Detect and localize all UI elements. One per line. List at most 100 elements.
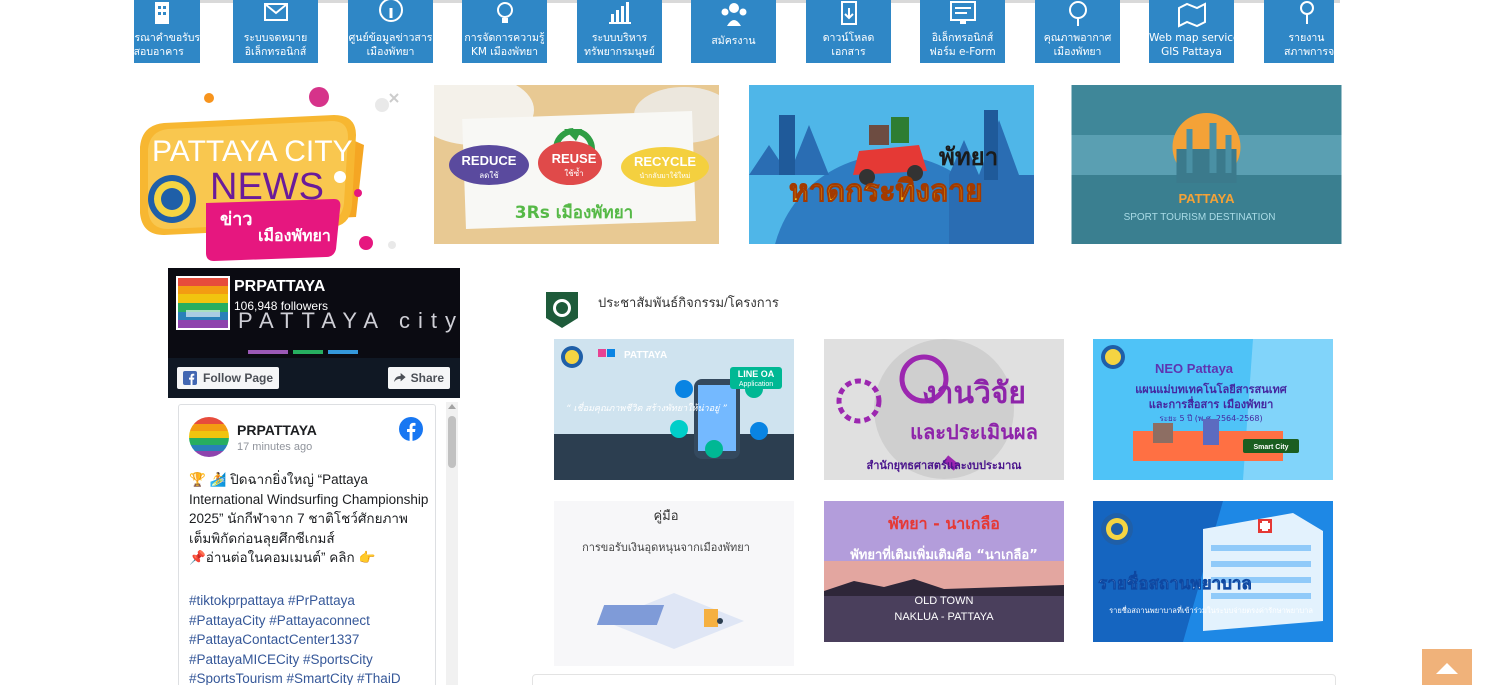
service-hr[interactable]: ระบบบริหาร ทรัพยากรมนุษย์ — [577, 0, 662, 63]
service-label-2: เอกสาร — [831, 46, 866, 58]
facebook-logo-icon[interactable] — [399, 417, 423, 441]
service-label-2: เมืองพัทยา — [366, 46, 415, 58]
post-text-readmore: 📌อ่านต่อในคอมเมนต์” คลิก 👉 — [189, 550, 376, 565]
facebook-post: PRPATTAYA 17 minutes ago 🏆 🏄 ปิดฉากยิ่งใ… — [178, 404, 436, 685]
service-label-1: ระบบบริหาร — [591, 32, 648, 44]
tile-hospital-caption: รายชื่อสถานพยาบาลที่เข้าร่วมในระบบจ่ายตร… — [1109, 605, 1313, 615]
banner-krating-title2: หาดกระทิงลาย — [789, 174, 983, 209]
share-arrow-icon — [394, 373, 406, 383]
tile-line-oa[interactable]: PATTAYA LINE OA Application “ เชื่อมคุณภ… — [554, 339, 794, 480]
section-title: ประชาสัมพันธ์กิจกรรม/โครงการ — [598, 294, 779, 310]
tile-research[interactable]: งานวิจัย และประเมินผล สำนักยุทธศาสตร์และ… — [824, 339, 1064, 480]
facebook-avatar[interactable] — [176, 276, 230, 330]
post-hashtags[interactable]: #tiktokprpattaya #PrPattaya #PattayaCity… — [189, 591, 429, 685]
people-chart-icon — [608, 2, 631, 24]
banner-3rs-caption: 3Rs เมืองพัทยา — [515, 202, 633, 223]
page: ผลการพิจารณาคำขอรับรอง การตรวจสอบอาคาร ร… — [0, 0, 1490, 685]
service-label-1: ระบบจดหมาย — [243, 32, 308, 44]
news-logo-line2: NEWS — [210, 166, 324, 208]
facebook-page-name[interactable]: PRPATTAYA — [234, 278, 325, 296]
tile-neo-tag: Smart City — [1253, 444, 1288, 451]
banner-reuse: REUSE — [552, 151, 597, 166]
service-label-1: ศูนย์ข้อมูลข่าวสาร — [348, 32, 433, 44]
tile-line-brand: PATTAYA — [624, 350, 667, 361]
pattaya-city-news-logo[interactable]: PATTAYA CITY NEWS ข่าว เมืองพัทยา — [134, 85, 404, 265]
scroll-up-icon[interactable] — [448, 404, 456, 409]
service-label-1: การจัดการความรู้ — [464, 32, 545, 44]
facebook-scrollbar[interactable] — [446, 402, 458, 685]
tile-naklua-foot2: NAKLUA - PATTAYA — [894, 611, 994, 623]
back-to-top-button[interactable] — [1422, 649, 1472, 685]
air-quality-icon — [1068, 1, 1087, 26]
traffic-icon — [1299, 1, 1314, 24]
service-gis[interactable]: Web map service GIS Pattaya — [1149, 0, 1234, 63]
banner-sport-subtitle: SPORT TOURISM DESTINATION — [1124, 212, 1276, 223]
service-label-1: สมัครงาน — [711, 35, 756, 47]
tile-manual-subtitle: การขอรับเงินอุดหนุนจากเมืองพัทยา — [582, 541, 750, 554]
map-icon — [1177, 2, 1206, 28]
tile-neo-brand: NEO Pattaya — [1155, 361, 1234, 376]
service-label-2: สภาพการจราจร — [1284, 46, 1334, 58]
tile-line-badge1: LINE OA — [738, 369, 775, 379]
service-label-2: อิเล็กทรอนิกส์ — [244, 46, 307, 58]
service-label-1: ผลการพิจารณาคำขอรับรอง — [134, 32, 200, 44]
facebook-page-widget: PATTAYA city PRPATTAYA 106,948 followers… — [168, 268, 460, 685]
post-text-body: 🏆 🏄 ปิดฉากยิ่งใหญ่ “Pattaya Internationa… — [189, 472, 429, 546]
service-air-quality[interactable]: คุณภาพอากาศ เมืองพัทยา — [1035, 0, 1120, 63]
banner-3rs[interactable]: REDUCE ลดใช้ REUSE ใช้ซ้ำ RECYCLE นำกลับ… — [434, 85, 719, 244]
tile-hospital-list[interactable]: รายชื่อสถานพยาบาล รายชื่อสถานพยาบาลที่เข… — [1093, 501, 1333, 642]
banner-sport-title: PATTAYA — [1178, 191, 1235, 206]
service-building-inspection[interactable]: ผลการพิจารณาคำขอรับรอง การตรวจสอบอาคาร — [134, 0, 200, 63]
share-label: Share — [410, 371, 444, 385]
news-logo-line4: เมืองพัทยา — [258, 226, 331, 245]
service-label-2: ทรัพยากรมนุษย์ — [584, 46, 655, 58]
banner-sport-tourism[interactable]: PATTAYA SPORT TOURISM DESTINATION — [1064, 85, 1349, 244]
tile-neo-title1: แผนแม่บทเทคโนโลยีสารสนเทศ — [1135, 382, 1288, 396]
service-jobs[interactable]: สมัครงาน — [691, 0, 776, 63]
banner-reuse-sub: ใช้ซ้ำ — [564, 167, 583, 178]
service-km[interactable]: การจัดการความรู้ KM เมืองพัทยา — [462, 0, 547, 63]
service-label-1: อิเล็กทรอนิกส์ — [931, 32, 994, 44]
service-e-mail[interactable]: ระบบจดหมาย อิเล็กทรอนิกส์ — [233, 0, 318, 63]
banner-recycle: RECYCLE — [634, 154, 696, 169]
news-logo-line1: PATTAYA CITY — [152, 135, 353, 168]
post-author-name[interactable]: PRPATTAYA — [237, 422, 317, 438]
banner-krating-title1: พัทยา — [939, 143, 998, 171]
mail-icon — [263, 3, 288, 21]
bottom-card — [532, 674, 1336, 685]
share-button[interactable]: Share — [388, 367, 450, 389]
info-icon — [378, 0, 403, 22]
tile-naklua-title2: พัทยาที่เติมเพิ่มเติมคือ “นาเกลือ” — [850, 545, 1038, 563]
service-label-2: เมืองพัทยา — [1053, 46, 1102, 58]
post-author-avatar[interactable] — [189, 417, 229, 457]
service-label-1: ดาวน์โหลด — [822, 32, 875, 44]
service-eform[interactable]: อิเล็กทรอนิกส์ ฟอร์ม e-Form — [920, 0, 1005, 63]
service-label-2: GIS Pattaya — [1161, 46, 1222, 58]
building-icon — [154, 2, 169, 24]
download-icon — [840, 1, 857, 25]
service-download[interactable]: ดาวน์โหลด เอกสาร — [806, 0, 891, 63]
facebook-cover[interactable]: PATTAYA city PRPATTAYA 106,948 followers… — [168, 268, 460, 398]
service-label-2: ฟอร์ม e-Form — [929, 46, 996, 58]
banner-recycle-sub: นำกลับมาใช้ใหม่ — [639, 171, 690, 180]
service-label-1: คุณภาพอากาศ — [1043, 32, 1112, 44]
follow-page-button[interactable]: Follow Page — [177, 367, 279, 389]
tile-naklua[interactable]: พัทยา - นาเกลือ พัทยาที่เติมเพิ่มเติมคือ… — [824, 501, 1064, 642]
section-heading: ประชาสัมพันธ์กิจกรรม/โครงการ — [542, 290, 779, 330]
tile-subsidy-manual[interactable]: คู่มือ การขอรับเงินอุดหนุนจากเมืองพัทยา — [554, 501, 794, 666]
post-timestamp[interactable]: 17 minutes ago — [237, 441, 312, 453]
banner-krating-lai[interactable]: พัทยา หาดกระทิงลาย — [749, 85, 1034, 244]
tile-neo-title2: และการสื่อสาร เมืองพัทยา — [1149, 396, 1274, 411]
facebook-f-icon — [183, 371, 197, 385]
service-traffic[interactable]: รายงาน สภาพการจราจร — [1264, 0, 1334, 63]
tile-hospital-title: รายชื่อสถานพยาบาล — [1098, 571, 1252, 594]
service-label-2: KM เมืองพัทยา — [470, 46, 539, 58]
tile-neo-pattaya[interactable]: NEO Pattaya แผนแม่บทเทคโนโลยีสารสนเทศ แล… — [1093, 339, 1333, 480]
tile-research-title1: งานวิจัย — [922, 376, 1026, 411]
tile-naklua-foot1: OLD TOWN — [915, 595, 974, 607]
tile-research-caption: สำนักยุทธศาสตร์และงบประมาณ — [867, 459, 1023, 473]
service-label-2: การตรวจสอบอาคาร — [134, 46, 184, 58]
scroll-thumb[interactable] — [448, 416, 456, 468]
services-strip: ผลการพิจารณาคำขอรับรอง การตรวจสอบอาคาร ร… — [134, 0, 1334, 63]
service-info-center[interactable]: ศูนย์ข้อมูลข่าวสาร เมืองพัทยา — [348, 0, 433, 63]
